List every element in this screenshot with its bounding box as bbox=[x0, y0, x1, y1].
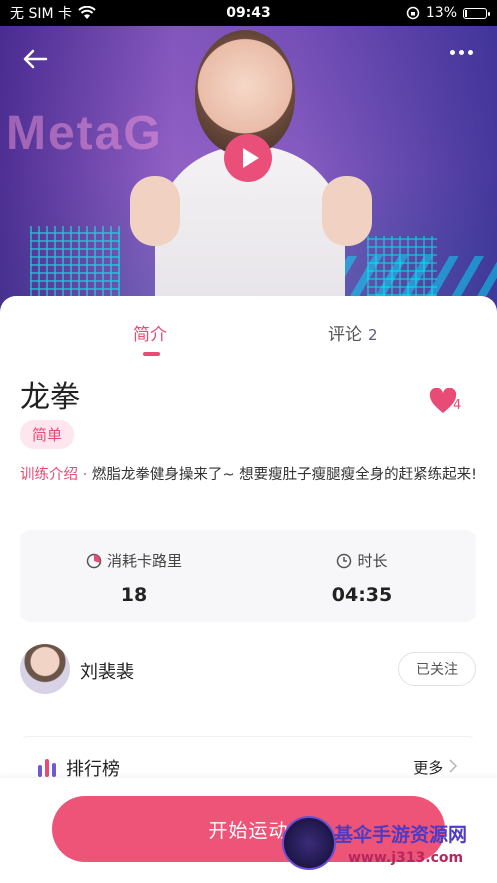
watermark-line1: 基伞手游资源网 bbox=[334, 824, 468, 846]
battery-percent: 13% bbox=[425, 5, 457, 21]
like-button[interactable]: 4 bbox=[429, 388, 469, 418]
follow-button[interactable]: 已关注 bbox=[398, 652, 476, 686]
stat-calories-label: 消耗卡路里 bbox=[106, 552, 182, 570]
background-grid bbox=[30, 226, 120, 306]
like-count: 4 bbox=[453, 398, 462, 413]
difficulty-badge: 简单 bbox=[20, 420, 75, 449]
tab-intro-label: 简介 bbox=[133, 325, 167, 345]
carrier-label: 无 SIM 卡 bbox=[10, 6, 72, 22]
battery-icon bbox=[463, 7, 490, 19]
arrow-left-icon[interactable] bbox=[22, 48, 48, 72]
course-title: 龙拳 bbox=[20, 380, 80, 415]
avatar[interactable] bbox=[20, 644, 70, 694]
tab-comments[interactable]: 评论 2 bbox=[328, 320, 378, 345]
ranking-icon bbox=[38, 759, 56, 777]
ranking-more-label: 更多 bbox=[413, 759, 444, 777]
ranking-more-link[interactable]: 更多 bbox=[413, 757, 458, 778]
author-row: 刘裴裴 已关注 bbox=[20, 644, 476, 696]
orientation-lock-icon bbox=[406, 6, 420, 20]
tab-indicator bbox=[143, 352, 160, 356]
tab-comments-label: 评论 bbox=[328, 325, 362, 345]
watermark: 基伞手游资源网 www.j313.com bbox=[278, 812, 493, 876]
author-name[interactable]: 刘裴裴 bbox=[80, 658, 134, 684]
wifi-icon bbox=[78, 6, 96, 19]
video-player[interactable]: MetaG bbox=[0, 26, 497, 316]
chevron-right-icon bbox=[449, 759, 458, 773]
stat-duration-label: 时长 bbox=[357, 552, 388, 570]
play-icon[interactable] bbox=[224, 134, 272, 182]
stat-duration-value: 04:35 bbox=[331, 584, 393, 606]
status-bar: 无 SIM 卡 09:43 13% bbox=[0, 0, 497, 26]
tab-bar: 简介 评论 2 bbox=[0, 320, 497, 360]
more-dots-icon[interactable] bbox=[450, 50, 473, 55]
stat-calories: 消耗卡路里 18 bbox=[20, 530, 248, 622]
stat-calories-value: 18 bbox=[120, 584, 148, 606]
comment-count: 2 bbox=[368, 326, 378, 344]
stat-duration: 时长 04:35 bbox=[248, 530, 476, 622]
intro-text: 燃脂龙拳健身操来了~ 想要瘦肚子瘦腿瘦全身的赶紧练起来! bbox=[91, 467, 477, 483]
intro-label: 训练介绍 · bbox=[20, 467, 92, 483]
watermark-line2: www.j313.com bbox=[348, 850, 464, 866]
watermark-logo bbox=[282, 816, 336, 870]
tab-intro[interactable]: 简介 bbox=[133, 320, 167, 345]
stats-panel: 消耗卡路里 18 时长 04:35 bbox=[20, 530, 476, 622]
calorie-icon bbox=[86, 553, 102, 568]
clock-icon bbox=[337, 553, 352, 568]
course-intro: 训练介绍 · 燃脂龙拳健身操来了~ 想要瘦肚子瘦腿瘦全身的赶紧练起来! bbox=[20, 464, 480, 487]
